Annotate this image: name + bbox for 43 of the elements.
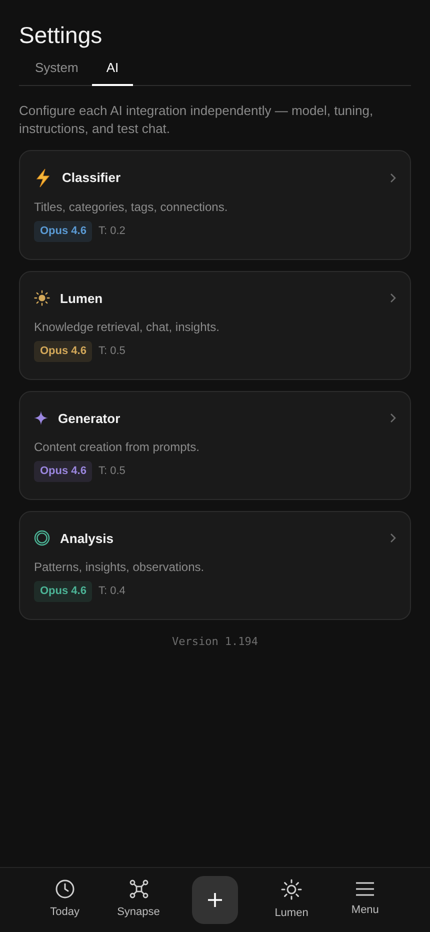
integration-name: Lumen [60, 290, 104, 308]
tab[interactable]: System [21, 52, 92, 86]
integration-card[interactable]: Lumen Knowledge retrieval, chat, insights. Opus 4.6 T: 0.5 [19, 270, 411, 380]
model-badge: Opus 4.6 [34, 341, 92, 362]
nav-item[interactable]: Today [28, 879, 102, 921]
integration-name: Analysis [60, 530, 114, 548]
model-badge: Opus 4.6 [34, 461, 92, 482]
model-badge: Opus 4.6 [34, 581, 92, 602]
clock-icon [54, 879, 75, 900]
lightning-icon [34, 168, 52, 188]
temperature-text: T: 0.5 [98, 464, 126, 479]
tab[interactable]: AI [92, 52, 133, 86]
version-text: Version 1.194 [172, 634, 258, 650]
sun-icon [281, 878, 302, 900]
nav-item[interactable]: Synapse [102, 879, 176, 921]
chevron-right-icon [390, 173, 396, 183]
nav-item[interactable]: Lumen [254, 878, 328, 922]
sparkle-icon [34, 411, 48, 426]
temperature-text: T: 0.2 [98, 224, 126, 239]
page-title: Settings [19, 21, 104, 50]
nav-item[interactable]: Menu [328, 881, 402, 919]
network-icon [128, 879, 148, 900]
plus-icon [207, 892, 223, 908]
integration-description: Knowledge retrieval, chat, insights. [34, 319, 220, 335]
sun-icon [34, 290, 50, 306]
menu-icon [355, 881, 376, 898]
chevron-right-icon [390, 293, 396, 304]
intro-text: Configure each AI integration independently — model, tuning, instructions, and test chat. [19, 102, 374, 138]
model-badge: Opus 4.6 [34, 221, 92, 242]
integration-name: Generator [58, 410, 122, 428]
integration-card[interactable]: Generator Content creation from prompts. Opus 4.6 T: 0.5 [19, 390, 411, 500]
integration-card[interactable]: Classifier Titles, categories, tags, connections. Opus 4.6 T: 0.2 [19, 150, 411, 260]
ring-icon [34, 530, 50, 546]
integration-description: Patterns, insights, observations. [34, 559, 206, 575]
integration-name: Classifier [62, 169, 122, 188]
temperature-text: T: 0.5 [98, 344, 126, 359]
chevron-right-icon [390, 413, 396, 424]
add-button[interactable] [192, 876, 238, 924]
chevron-right-icon [390, 533, 396, 544]
integration-card[interactable]: Analysis Patterns, insights, observations. Opus 4.6 T: 0.4 [19, 510, 411, 620]
temperature-text: T: 0.4 [98, 584, 126, 599]
integration-description: Content creation from prompts. [34, 439, 200, 455]
integration-description: Titles, categories, tags, connections. [34, 199, 229, 215]
